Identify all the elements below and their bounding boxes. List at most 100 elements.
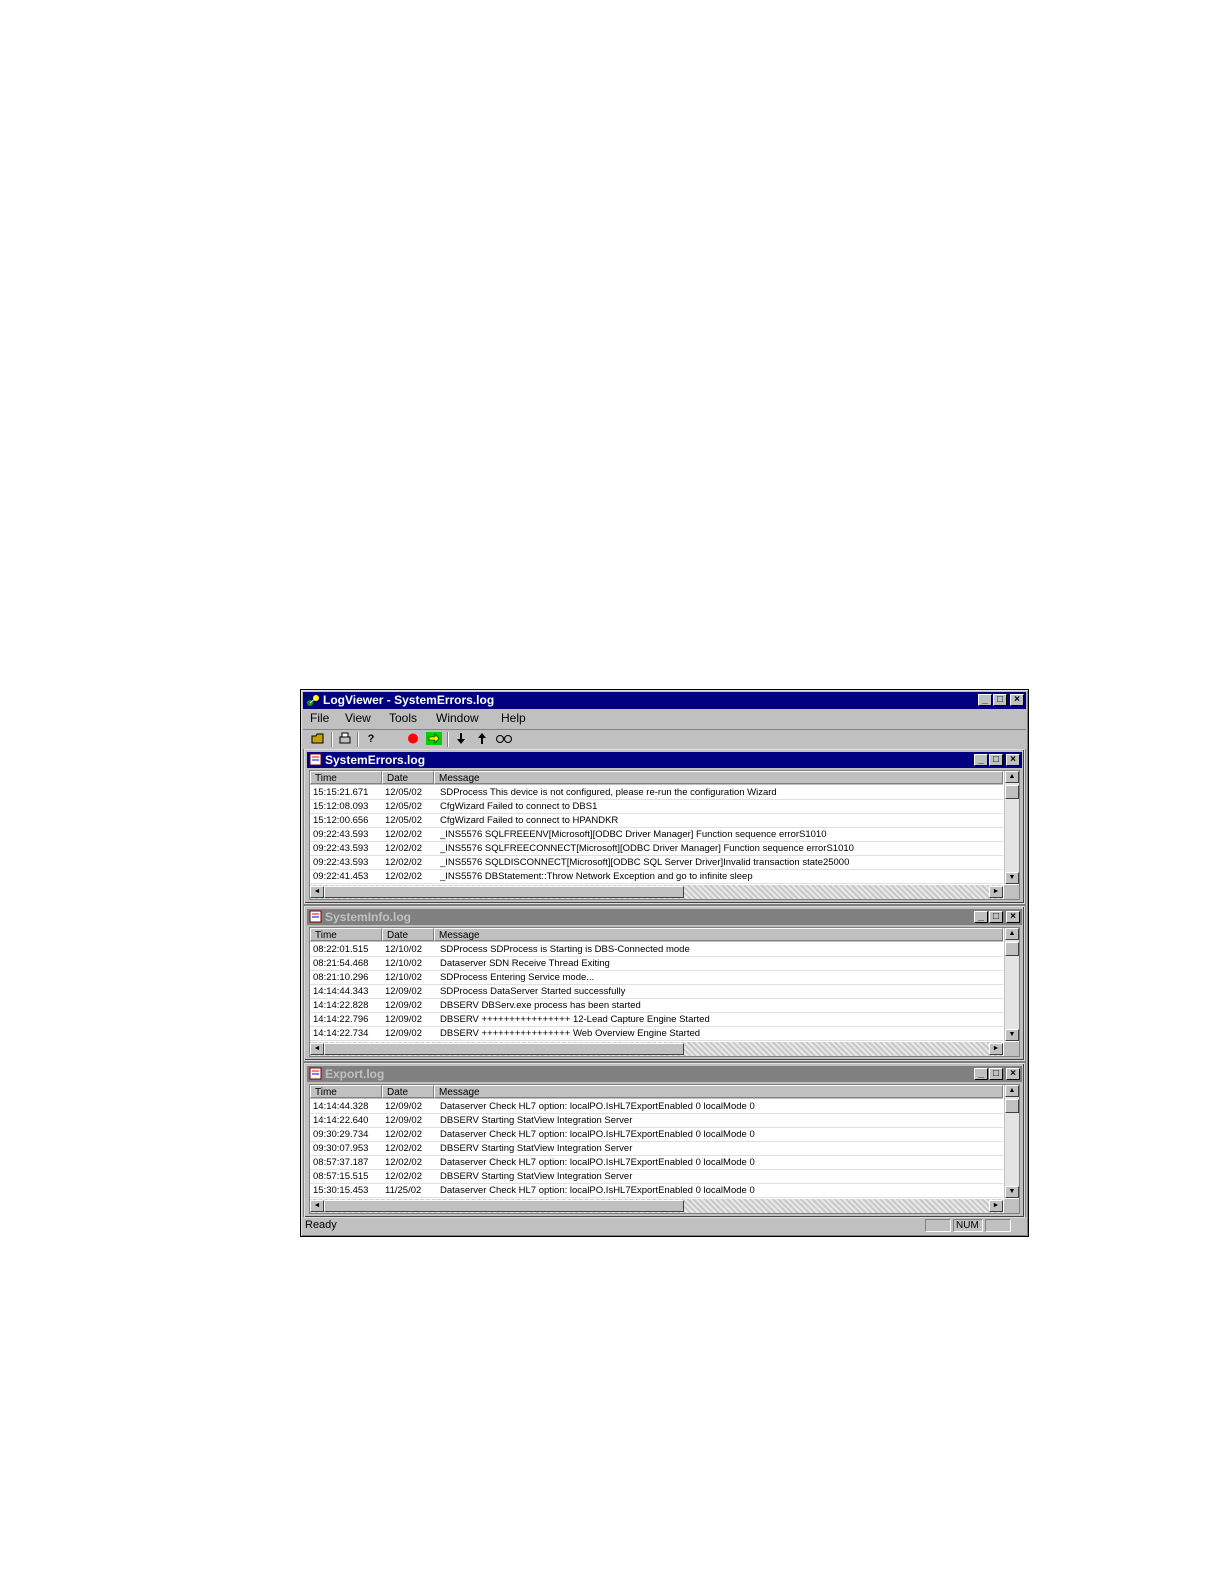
logviewer-window: LogViewer - SystemErrors.log _ □ × File … [300, 689, 1029, 1237]
log-window-title-bar[interactable]: SystemInfo.log _ □ × [307, 909, 1022, 925]
cell-time: 08:21:10.296 [313, 972, 369, 983]
table-row[interactable]: 08:21:54.468 12/10/02 Dataserver SDN Recei… [310, 957, 1003, 971]
cell-date: 12/10/02 [385, 944, 422, 955]
minimize-button[interactable]: _ [974, 1068, 988, 1080]
arrow-up-icon[interactable] [474, 732, 490, 747]
horizontal-scroll-thumb[interactable] [324, 1200, 684, 1212]
maximize-button[interactable]: □ [993, 694, 1007, 706]
table-row[interactable]: 08:21:10.296 12/10/02 SDProcess Entering S… [310, 971, 1003, 985]
scroll-left-button[interactable]: ◄ [310, 1043, 324, 1055]
table-row[interactable]: 15:12:08.093 12/05/02 CfgWizard Failed to … [310, 800, 1003, 814]
table-row[interactable]: 08:57:37.187 12/02/02 Dataserver Check HL7… [310, 1156, 1003, 1170]
vertical-scrollbar[interactable]: ▲ ▼ [1004, 771, 1019, 884]
menu-help[interactable]: Help [501, 711, 526, 725]
table-row[interactable]: 08:22:01.515 12/10/02 SDProcess SDProcess … [310, 943, 1003, 957]
table-row[interactable]: 15:30:15.453 11/25/02 Dataserver Check HL7… [310, 1184, 1003, 1198]
table-row[interactable]: 09:22:43.593 12/02/02 _INS5576 SQLFREEENV[… [310, 828, 1003, 842]
close-button[interactable]: × [1006, 1068, 1020, 1080]
column-header-time[interactable]: Time [310, 1085, 382, 1098]
scroll-left-button[interactable]: ◄ [310, 886, 324, 898]
column-header-date[interactable]: Date [382, 928, 434, 941]
maximize-button[interactable]: □ [989, 754, 1003, 766]
log-list[interactable]: Time Date Message 15:15:21.671 12/05/02 SD… [309, 770, 1020, 900]
table-row[interactable]: 14:14:22.828 12/09/02 DBSERV DBServ.exe pr… [310, 999, 1003, 1013]
size-grip[interactable] [1004, 885, 1019, 899]
scroll-up-button[interactable]: ▲ [1005, 1085, 1019, 1097]
maximize-button[interactable]: □ [989, 911, 1003, 923]
log-window-title-bar[interactable]: SystemErrors.log _ □ × [307, 752, 1022, 768]
horizontal-scroll-thumb[interactable] [324, 1043, 684, 1055]
menu-tools[interactable]: Tools [389, 711, 417, 725]
menu-file[interactable]: File [310, 711, 329, 725]
column-header-time[interactable]: Time [310, 771, 382, 784]
table-row[interactable]: 08:57:15.515 12/02/02 DBSERV Starting Stat… [310, 1170, 1003, 1184]
log-document-icon [309, 910, 322, 923]
table-row[interactable]: 14:14:22.640 12/09/02 DBSERV Starting Stat… [310, 1114, 1003, 1128]
scroll-right-button[interactable]: ► [989, 1043, 1003, 1055]
arrow-down-icon[interactable] [453, 732, 469, 747]
horizontal-scrollbar[interactable]: ◄ ► [310, 1199, 1003, 1213]
log-window-systemerrors[interactable]: SystemErrors.log _ □ × Time Date Message… [304, 749, 1025, 904]
log-list[interactable]: Time Date Message 08:22:01.515 12/10/02 SD… [309, 927, 1020, 1057]
cell-time: 08:22:01.515 [313, 944, 369, 955]
column-header-date[interactable]: Date [382, 771, 434, 784]
vertical-scrollbar[interactable]: ▲ ▼ [1004, 1085, 1019, 1198]
log-list[interactable]: Time Date Message 14:14:44.328 12/09/02 Da… [309, 1084, 1020, 1214]
column-header-message[interactable]: Message [434, 1085, 1003, 1098]
table-row[interactable]: 15:15:21.671 12/05/02 SDProcess This devic… [310, 786, 1003, 800]
scroll-down-button[interactable]: ▼ [1005, 1029, 1019, 1041]
table-row[interactable]: 09:22:43.593 12/02/02 _INS5576 SQLDISCONNE… [310, 856, 1003, 870]
horizontal-scroll-thumb[interactable] [324, 886, 684, 898]
close-button[interactable]: × [1010, 694, 1024, 706]
vertical-scroll-thumb[interactable] [1005, 942, 1019, 956]
help-icon[interactable]: ? [363, 732, 379, 747]
size-grip[interactable] [1004, 1199, 1019, 1213]
go-arrow-icon[interactable] [426, 732, 442, 747]
table-row[interactable]: 09:22:43.593 12/02/02 _INS5576 SQLFREECONN… [310, 842, 1003, 856]
column-header-date[interactable]: Date [382, 1085, 434, 1098]
table-row[interactable]: 09:30:29.734 12/02/02 Dataserver Check HL7… [310, 1128, 1003, 1142]
scroll-right-button[interactable]: ► [989, 886, 1003, 898]
table-row[interactable]: 14:14:44.328 12/09/02 Dataserver Check HL7… [310, 1100, 1003, 1114]
scroll-left-button[interactable]: ◄ [310, 1200, 324, 1212]
log-window-export[interactable]: Export.log _ □ × Time Date Message 14:14… [304, 1063, 1025, 1218]
print-icon[interactable] [337, 732, 353, 747]
table-row[interactable]: 14:14:22.734 12/09/02 DBSERV +++++++++++++… [310, 1027, 1003, 1041]
scroll-up-button[interactable]: ▲ [1005, 928, 1019, 940]
mdi-client-area: SystemErrors.log _ □ × Time Date Message… [303, 749, 1026, 1218]
close-button[interactable]: × [1006, 754, 1020, 766]
app-title-bar[interactable]: LogViewer - SystemErrors.log _ □ × [303, 692, 1026, 709]
table-row[interactable]: 09:30:07.953 12/02/02 DBSERV Starting Stat… [310, 1142, 1003, 1156]
table-row[interactable]: 15:12:00.656 12/05/02 CfgWizard Failed to … [310, 814, 1003, 828]
table-row[interactable]: 14:14:22.796 12/09/02 DBSERV +++++++++++++… [310, 1013, 1003, 1027]
horizontal-scrollbar[interactable]: ◄ ► [310, 1042, 1003, 1056]
table-row[interactable]: 14:14:44.343 12/09/02 SDProcess DataServer… [310, 985, 1003, 999]
log-window-title: SystemErrors.log [325, 753, 426, 767]
table-row[interactable]: 09:22:41.453 12/02/02 _INS5576 DBStatement… [310, 870, 1003, 884]
column-header-message[interactable]: Message [434, 928, 1003, 941]
minimize-button[interactable]: _ [978, 694, 992, 706]
column-header-time[interactable]: Time [310, 928, 382, 941]
cell-time: 15:12:00.656 [313, 815, 369, 826]
menu-window[interactable]: Window [436, 711, 479, 725]
record-icon[interactable] [405, 732, 421, 747]
vertical-scroll-thumb[interactable] [1005, 1099, 1019, 1113]
minimize-button[interactable]: _ [974, 911, 988, 923]
scroll-up-button[interactable]: ▲ [1005, 771, 1019, 783]
minimize-button[interactable]: _ [974, 754, 988, 766]
open-folder-icon[interactable] [310, 732, 326, 747]
column-header-message[interactable]: Message [434, 771, 1003, 784]
vertical-scrollbar[interactable]: ▲ ▼ [1004, 928, 1019, 1041]
scroll-right-button[interactable]: ► [989, 1200, 1003, 1212]
vertical-scroll-thumb[interactable] [1005, 785, 1019, 799]
scroll-down-button[interactable]: ▼ [1005, 872, 1019, 884]
log-window-systeminfo[interactable]: SystemInfo.log _ □ × Time Date Message 0… [304, 906, 1025, 1061]
size-grip[interactable] [1004, 1042, 1019, 1056]
scroll-down-button[interactable]: ▼ [1005, 1186, 1019, 1198]
horizontal-scrollbar[interactable]: ◄ ► [310, 885, 1003, 899]
maximize-button[interactable]: □ [989, 1068, 1003, 1080]
binoculars-icon[interactable] [495, 732, 513, 747]
close-button[interactable]: × [1006, 911, 1020, 923]
menu-view[interactable]: View [345, 711, 371, 725]
log-window-title-bar[interactable]: Export.log _ □ × [307, 1066, 1022, 1082]
